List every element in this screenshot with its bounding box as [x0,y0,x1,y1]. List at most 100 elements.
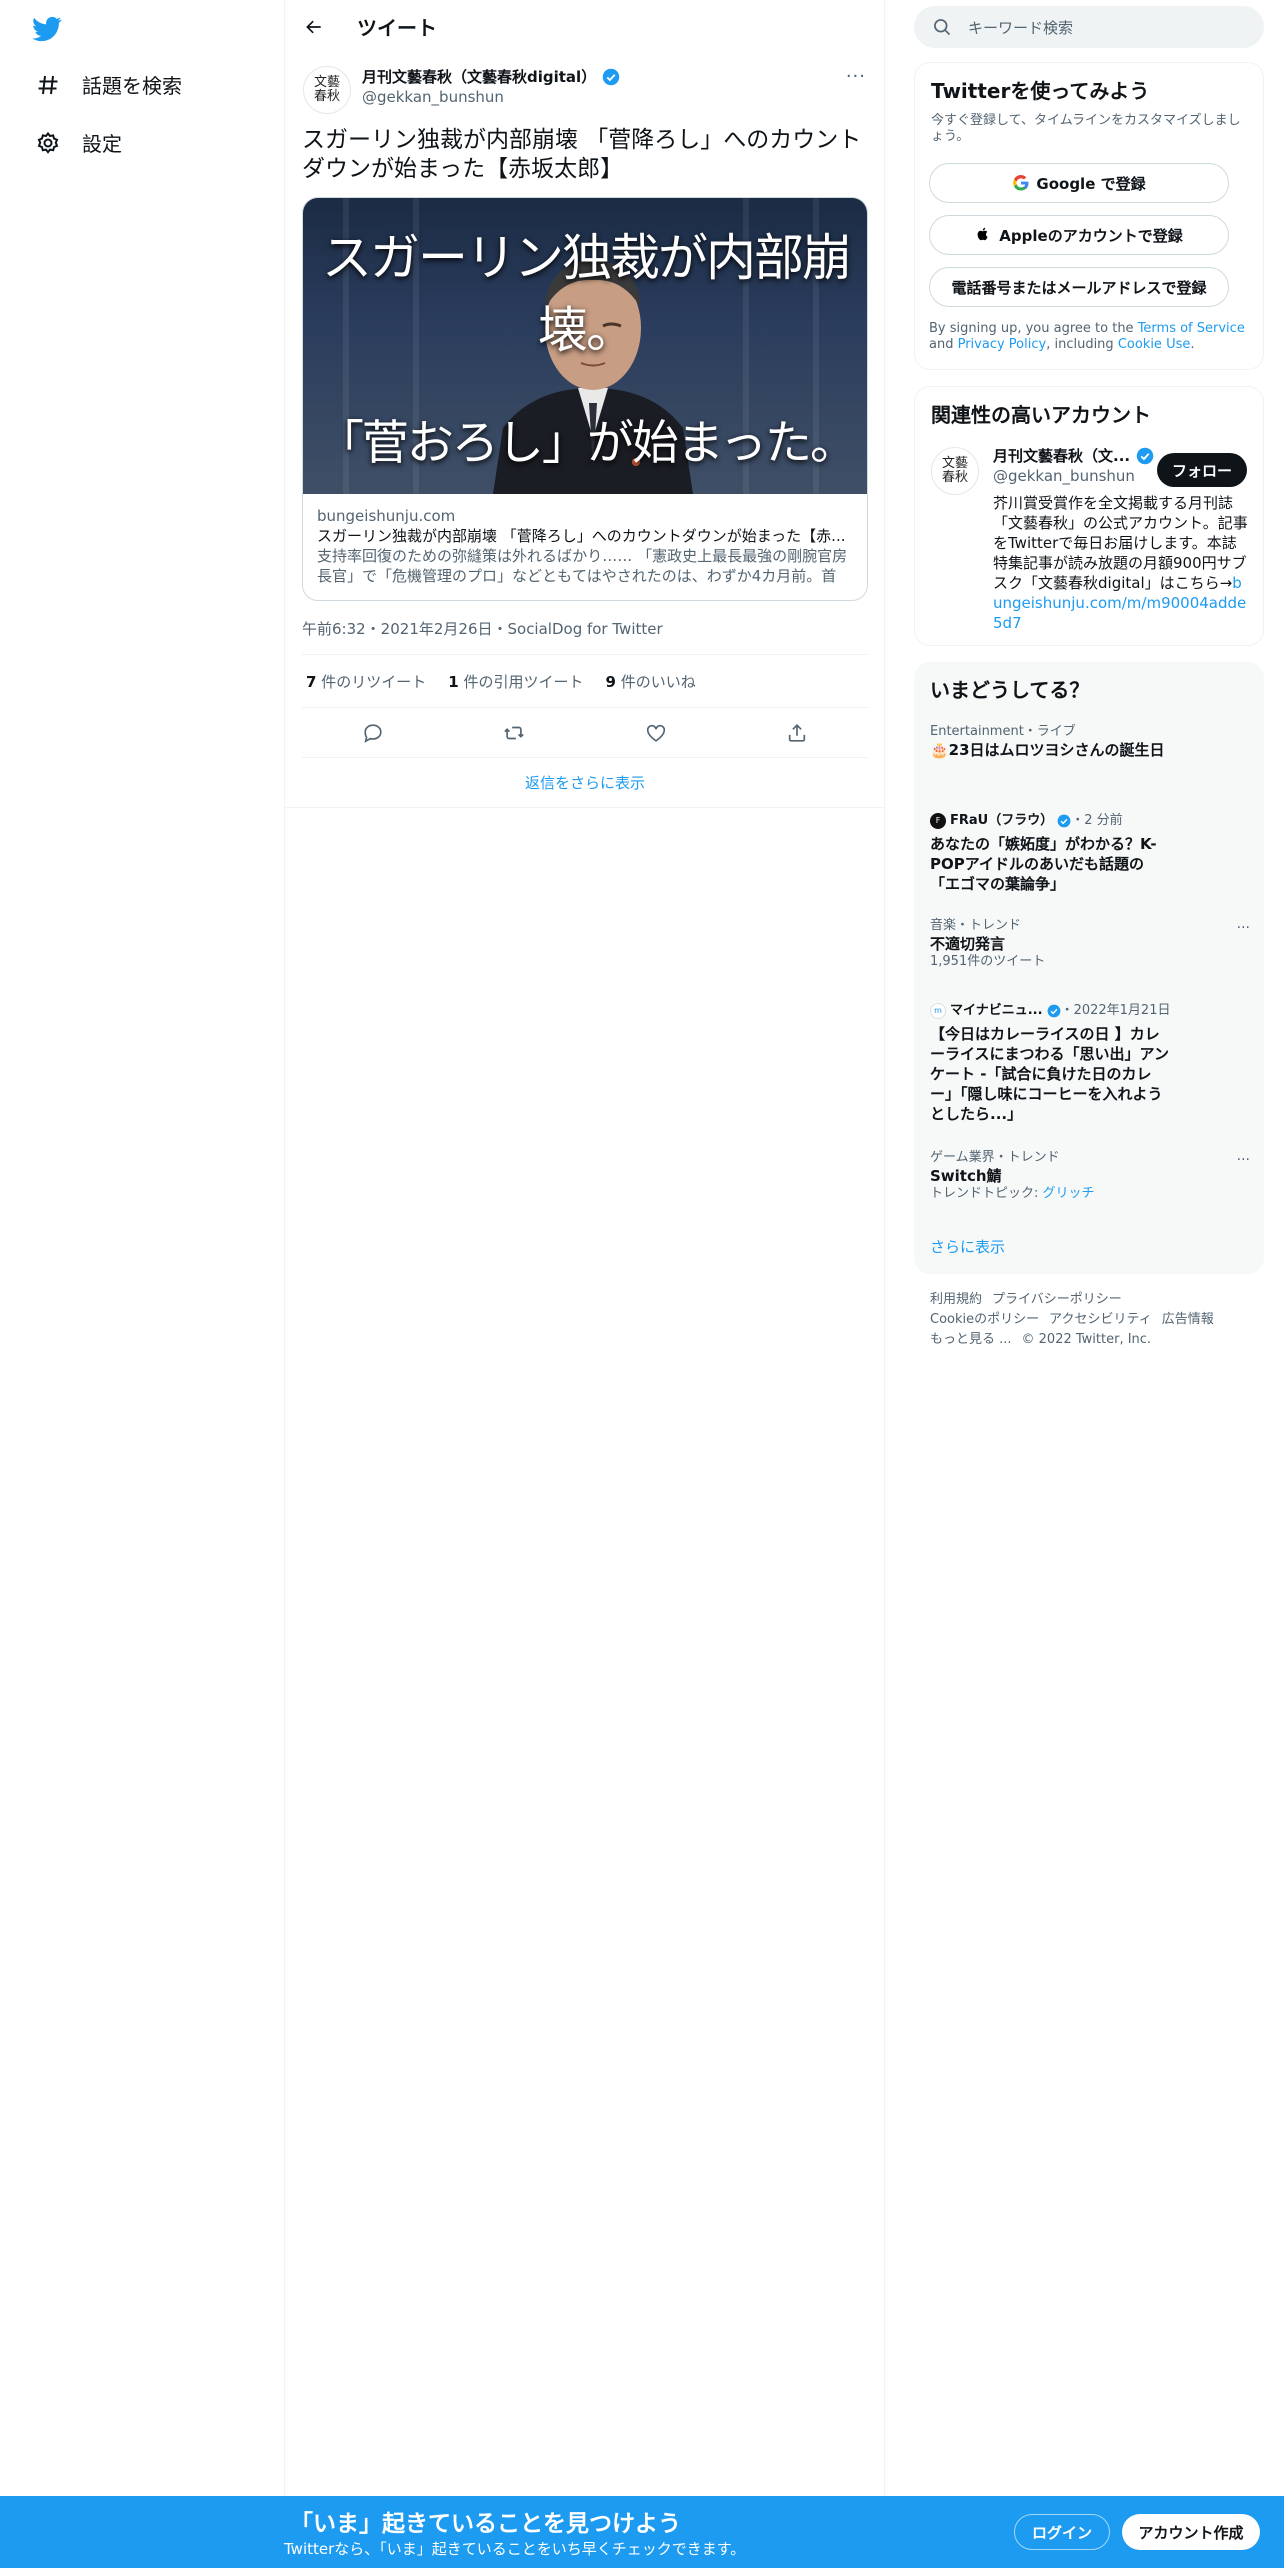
trend-category: ゲーム業界・トレンド [930,1150,1060,1165]
retweets-count: 7 [306,672,317,691]
search-placeholder: キーワード検索 [968,18,1074,37]
likes-stat[interactable]: 9 件のいいね [605,671,695,692]
trend-item[interactable]: ゲーム業界・トレンド Switch鯖 トレンドトピック: グリッチ [930,1150,1230,1202]
tweet-timestamp[interactable]: 午前6:32・2021年2月26日・SocialDog for Twitter [302,618,663,639]
bottom-bar-title: 「いま」起きていることを見つけよう [290,2511,681,2537]
footer-link[interactable]: プライバシーポリシー [992,1292,1122,1307]
trend-source-name: FRaU（フラウ） [950,813,1054,828]
trend-item[interactable]: Entertainment・ライブ 🎂23日はムロツヨシさんの誕生日 [930,724,1230,760]
bottom-signup-bar: 「いま」起きていることを見つけよう Twitterなら、「いま」起きていることを… [0,2496,1284,2568]
author-avatar[interactable]: 文藝春秋 [303,66,351,114]
apple-signup-label: Appleのアカウントで登録 [999,226,1183,245]
more-options-icon[interactable]: ··· [846,66,866,87]
related-avatar[interactable]: 文藝春秋 [931,447,979,495]
author-handle[interactable]: @gekkan_bunshun [362,88,504,106]
back-arrow-icon[interactable] [299,12,329,42]
related-title: 関連性の高いアカウント [931,403,1151,427]
related-name-text: 月刊文藝春秋（文... [993,447,1131,465]
gear-icon [34,129,62,157]
trend-item[interactable]: m マイナビニュ... ・2022年1月21日 【今日はカレーライスの日 】カレ… [930,1002,1230,1124]
create-account-button[interactable]: アカウント作成 [1122,2514,1260,2550]
footer-link[interactable]: アクセシビリティ [1049,1312,1152,1327]
trend-more-icon[interactable]: ··· [1237,1152,1250,1168]
google-signup-button[interactable]: Google で登録 [929,163,1229,203]
nav-settings[interactable]: 設定 [34,128,122,157]
twitter-logo-icon[interactable] [30,14,66,44]
footer-link[interactable]: 利用規約 [930,1292,982,1307]
left-nav: 話題を検索 設定 [0,0,285,2568]
card-description: 支持率回復のための弥縫策は外れるばかり…… 「憲政史上最長最強の剛腕官房長官」で… [317,547,848,585]
google-icon [1012,174,1030,192]
nav-explore[interactable]: 話題を検索 [34,70,182,99]
like-icon[interactable] [639,716,673,750]
trends-show-more-link[interactable]: さらに表示 [930,1236,1005,1257]
verified-badge-icon [1047,1004,1061,1018]
reply-icon[interactable] [356,716,390,750]
card-title: スガーリン独裁が内部崩壊 「菅降ろし」へのカウントダウンが始まった【赤... [317,527,846,545]
retweets-stat[interactable]: 7 件のリツイート [306,671,426,692]
terms-prefix: By signing up, you agree to the [929,321,1138,336]
phone-email-signup-label: 電話番号またはメールアドレスで登録 [951,278,1207,297]
trend-topic-link[interactable]: グリッチ [1043,1186,1095,1201]
footer-copyright: © 2022 Twitter, Inc. [1021,1332,1152,1347]
terms-end: . [1190,337,1195,352]
related-handle[interactable]: @gekkan_bunshun [993,467,1135,485]
trend-tweet-count: 1,951件のツイート [930,954,1046,969]
tweet-text: スガーリン独裁が内部崩壊 「菅降ろし」へのカウントダウンが始まった【赤坂太郎】 [302,127,862,182]
likes-count: 9 [605,672,616,691]
trend-source-name: マイナビニュ... [950,1003,1043,1018]
trend-title: 🎂23日はムロツヨシさんの誕生日 [930,741,1165,759]
share-icon[interactable] [780,716,814,750]
terms-of-service-link[interactable]: Terms of Service [1138,321,1245,336]
nav-explore-label: 話題を検索 [82,74,182,98]
signup-panel: Twitterを使ってみよう 今すぐ登録して、タイムラインをカスタマイズしましょ… [914,62,1264,370]
phone-email-signup-button[interactable]: 電話番号またはメールアドレスで登録 [929,267,1229,307]
signup-terms: By signing up, you agree to the Terms of… [929,321,1249,353]
author-avatar-text: 文藝春秋 [313,75,340,104]
link-card[interactable]: スガーリン独裁が内部崩壊。 「菅おろし」が始まった。 bungeishunju.… [302,197,868,601]
trends-title: いまどうしてる？ [930,678,1090,702]
apple-icon [975,226,993,244]
tweet-stats: 7 件のリツイート 1 件の引用ツイート 9 件のいいね [302,654,868,708]
quotes-count: 1 [448,672,459,691]
main-header: ツイート [285,0,885,54]
bottom-bar-subtitle: Twitterなら、「いま」起きていることをいち早くチェックできます。 [284,2540,746,2558]
quotes-stat[interactable]: 1 件の引用ツイート [448,671,583,692]
search-icon [932,17,952,37]
search-input[interactable]: キーワード検索 [914,6,1264,48]
related-bio-text: 芥川賞受賞作を全文掲載する月刊誌「文藝春秋」の公式アカウント。記事をTwitte… [993,494,1248,592]
follow-button[interactable]: フォロー [1157,453,1247,487]
privacy-policy-link[interactable]: Privacy Policy [958,337,1047,352]
terms-including: , including [1046,337,1118,352]
google-signup-label: Google で登録 [1036,174,1146,193]
trend-title: 【今日はカレーライスの日 】カレーライスにまつわる「思い出」アンケート -「試合… [930,1025,1169,1123]
trends-panel: いまどうしてる？ Entertainment・ライブ 🎂23日はムロツヨシさんの… [914,662,1264,1274]
terms-and: and [929,337,958,352]
show-more-replies-link[interactable]: 返信をさらに表示 [285,758,885,808]
verified-badge-icon [1057,814,1071,828]
trend-item[interactable]: 音楽・トレンド 不適切発言 1,951件のツイート [930,918,1230,970]
apple-signup-button[interactable]: Appleのアカウントで登録 [929,215,1229,255]
login-button[interactable]: ログイン [1014,2514,1110,2550]
footer-more-link[interactable]: もっと見る ... [930,1332,1012,1347]
related-bio: 芥川賞受賞作を全文掲載する月刊誌「文藝春秋」の公式アカウント。記事をTwitte… [993,493,1251,633]
cookie-use-link[interactable]: Cookie Use [1118,337,1191,352]
trend-item[interactable]: F FRaU（フラウ） ・2 分前 あなたの「嫉妬度」がわかる？K-POPアイド… [930,812,1230,894]
card-domain: bungeishunju.com [317,507,456,525]
author-name-text: 月刊文藝春秋（文藝春秋digital） [362,68,597,86]
trend-source-time: ・2022年1月21日 [1060,1003,1171,1018]
related-accounts-panel: 関連性の高いアカウント 文藝春秋 月刊文藝春秋（文... @gekkan_bun… [914,386,1264,646]
related-name[interactable]: 月刊文藝春秋（文... [993,445,1154,466]
footer-link[interactable]: 広告情報 [1162,1312,1214,1327]
quotes-label: 件の引用ツイート [463,672,584,691]
author-name[interactable]: 月刊文藝春秋（文藝春秋digital） [362,66,620,87]
trend-topic: トレンドトピック: グリッチ [930,1186,1230,1202]
tweet-actions [302,708,868,758]
retweet-icon[interactable] [497,716,531,750]
page: 話題を検索 設定 ツイート 文藝春秋 月刊文藝春秋（文藝春秋digital） @… [0,0,1284,2568]
nav-settings-label: 設定 [82,132,122,156]
trend-more-icon[interactable]: ··· [1237,920,1250,936]
footer-link[interactable]: Cookieのポリシー [930,1312,1039,1327]
trend-source-time: ・2 分前 [1071,813,1123,828]
footer-links: 利用規約 プライバシーポリシー Cookieのポリシー アクセシビリティ 広告情報 も… [930,1290,1260,1350]
